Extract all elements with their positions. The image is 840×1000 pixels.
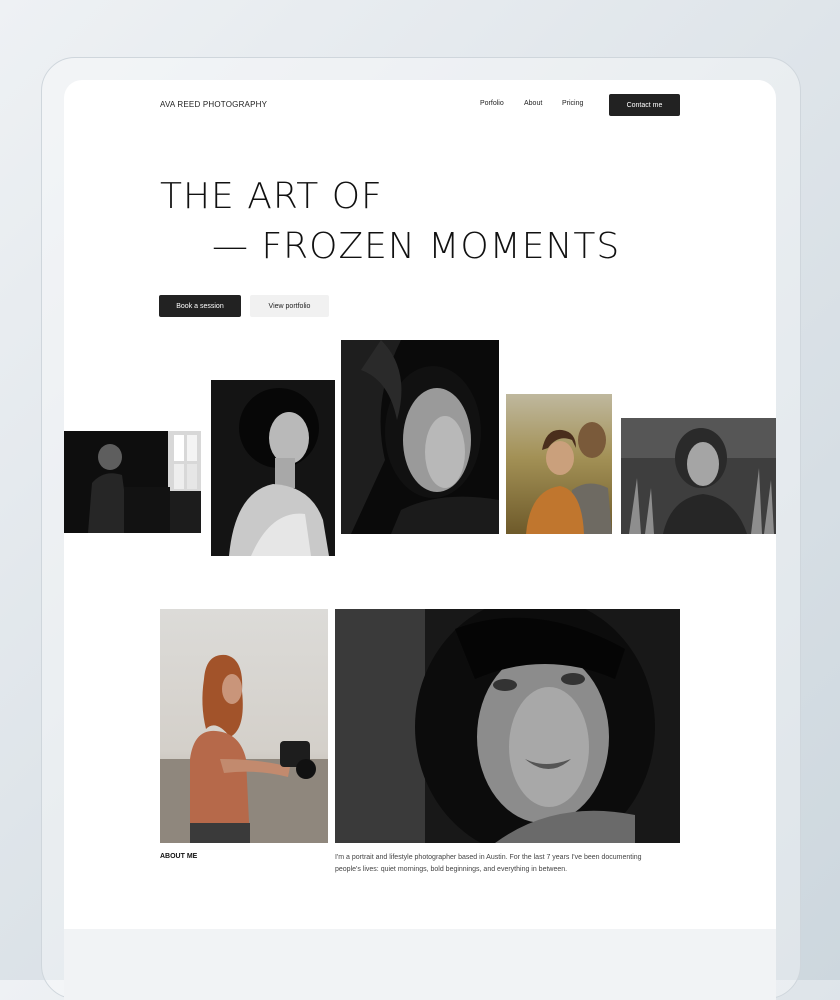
- hero-title-line1: THE ART OF: [160, 176, 383, 217]
- about-description: I'm a portrait and lifestyle photographe…: [335, 854, 642, 873]
- nav-link-portfolio[interactable]: Porfolio: [480, 100, 504, 107]
- gallery-photo-couple[interactable]: [506, 394, 612, 534]
- gallery-photo-grass-woman[interactable]: [621, 418, 776, 534]
- website-page: AVA REED PHOTOGRAPHY Porfolio About Pric…: [64, 80, 776, 1000]
- about-photo-bangs-portrait: [335, 609, 680, 843]
- gallery-photo-pianist[interactable]: [64, 431, 201, 533]
- hero-title-line2: — FROZEN MOMENTS: [212, 226, 621, 267]
- site-logo[interactable]: AVA REED PHOTOGRAPHY: [160, 100, 267, 109]
- about-photo-photographer: [160, 609, 328, 843]
- view-portfolio-button[interactable]: View portfolio: [250, 295, 329, 317]
- nav-link-pricing[interactable]: Pricing: [562, 100, 583, 107]
- book-session-button[interactable]: Book a session: [159, 295, 241, 317]
- nav-link-about[interactable]: About: [524, 100, 542, 107]
- gallery-photo-profile[interactable]: [341, 340, 499, 534]
- gallery-photo-bob-portrait[interactable]: [211, 380, 335, 556]
- footer-section: [64, 929, 776, 1000]
- about-heading: ABOUT ME: [160, 853, 198, 860]
- contact-button[interactable]: Contact me: [609, 94, 680, 116]
